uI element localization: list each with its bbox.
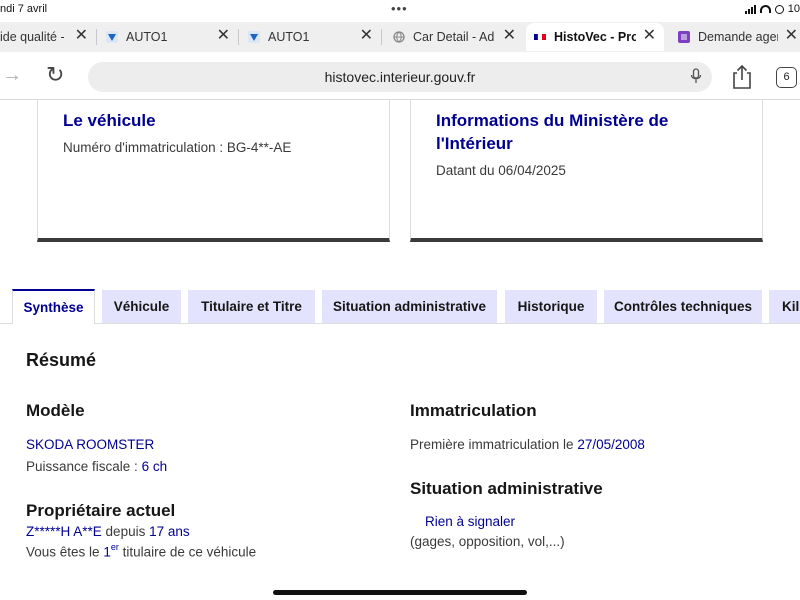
ministry-card-title: Informations du Ministère de l'Intérieur xyxy=(436,111,669,153)
owner-heading: Propriétaire actuel xyxy=(26,501,176,520)
status-bar: ndi 7 avril ••• 10 xyxy=(0,0,800,20)
share-icon[interactable] xyxy=(731,64,753,90)
forward-arrow-icon[interactable]: → xyxy=(2,64,22,87)
tab-situation-administrative[interactable]: Situation administrative xyxy=(322,290,497,323)
close-tab-icon[interactable]: ✕ xyxy=(217,27,230,45)
french-flag-icon xyxy=(534,31,546,43)
admin-status-details: (gages, opposition, vol,...) xyxy=(410,534,565,549)
tab-controles-techniques[interactable]: Contrôles techniques xyxy=(604,290,762,323)
browser-tab[interactable]: Car Detail - Ad ✕ xyxy=(381,23,524,51)
model-heading: Modèle xyxy=(26,401,85,420)
content-tabs: Synthèse Véhicule Titulaire et Titre Sit… xyxy=(0,289,800,324)
browser-tab-title: AUTO1 xyxy=(126,30,168,44)
browser-tab-title: AUTO1 xyxy=(268,30,310,44)
vehicle-card: Le véhicule Numéro d'immatriculation : B… xyxy=(37,100,390,242)
wifi-icon xyxy=(759,5,771,13)
tab-titulaire[interactable]: Titulaire et Titre xyxy=(188,290,315,323)
close-tab-icon[interactable]: ✕ xyxy=(503,27,516,45)
address-bar[interactable]: histovec.interieur.gouv.fr xyxy=(88,62,712,92)
ministry-card: Informations du Ministère de l'Intérieur … xyxy=(410,100,763,242)
owner-rank: Vous êtes le 1er titulaire de ce véhicul… xyxy=(26,542,257,560)
browser-tab-title: Demande agen xyxy=(698,30,778,44)
data-date: Datant du 06/04/2025 xyxy=(436,163,566,178)
orientation-lock-icon xyxy=(774,4,784,14)
browser-tab[interactable]: ide qualité - ✕ xyxy=(0,23,97,51)
browser-tab[interactable]: AUTO1 ✕ xyxy=(96,23,239,51)
url-text: histovec.interieur.gouv.fr xyxy=(324,69,476,85)
browser-tab[interactable]: Demande agen ✕ xyxy=(666,23,800,51)
owner-name: Z*****H A**E xyxy=(26,524,102,539)
close-tab-icon[interactable]: ✕ xyxy=(75,27,88,45)
vehicle-card-title: Le véhicule xyxy=(63,111,156,130)
microphone-icon[interactable] xyxy=(690,68,702,84)
close-tab-icon[interactable]: ✕ xyxy=(360,27,373,45)
browser-toolbar: → ↻ histovec.interieur.gouv.fr 6 xyxy=(0,52,800,100)
globe-icon xyxy=(393,31,405,43)
registration-heading: Immatriculation xyxy=(410,401,537,420)
reload-icon[interactable]: ↻ xyxy=(46,62,64,88)
first-registration: Première immatriculation le 27/05/2008 xyxy=(410,437,645,452)
browser-tab-active[interactable]: HistoVec - Prop ✕ xyxy=(526,23,664,51)
plate-number: Numéro d'immatriculation : BG-4**-AE xyxy=(63,140,292,155)
tab-kilometrage[interactable]: Kil xyxy=(769,290,800,323)
browser-tab-title: Car Detail - Ad xyxy=(413,30,495,44)
home-indicator[interactable] xyxy=(273,590,527,595)
browser-tab-title: HistoVec - Prop xyxy=(554,30,636,44)
tab-count-button[interactable]: 6 xyxy=(776,67,797,88)
auto1-icon xyxy=(248,31,260,43)
battery-text: 10 xyxy=(787,3,800,15)
fiscal-power: Puissance fiscale : 6 ch xyxy=(26,459,168,474)
owner-name-line: Z*****H A**E depuis 17 ans xyxy=(26,524,190,539)
status-date: ndi 7 avril xyxy=(0,3,48,15)
multitasking-dots-icon[interactable]: ••• xyxy=(391,1,408,16)
model-name: SKODA ROOMSTER xyxy=(26,437,155,452)
tab-synthese[interactable]: Synthèse xyxy=(12,289,95,324)
browser-tab[interactable]: AUTO1 ✕ xyxy=(238,23,382,51)
summary-heading: Résumé xyxy=(26,350,97,370)
browser-tab-title: ide qualité - xyxy=(0,30,64,44)
admin-status-heading: Situation administrative xyxy=(410,479,603,498)
browser-tab-bar: ide qualité - ✕ AUTO1 ✕ AUTO1 ✕ Car Deta… xyxy=(0,22,800,52)
tab-historique[interactable]: Historique xyxy=(505,290,597,323)
admin-status-value: Rien à signaler xyxy=(425,514,516,529)
close-tab-icon[interactable]: ✕ xyxy=(643,27,656,45)
auto1-icon xyxy=(106,31,118,43)
close-tab-icon[interactable]: ✕ xyxy=(785,27,798,45)
form-icon xyxy=(678,31,690,43)
tab-vehicule[interactable]: Véhicule xyxy=(102,290,181,323)
cellular-signal-icon xyxy=(744,4,756,14)
